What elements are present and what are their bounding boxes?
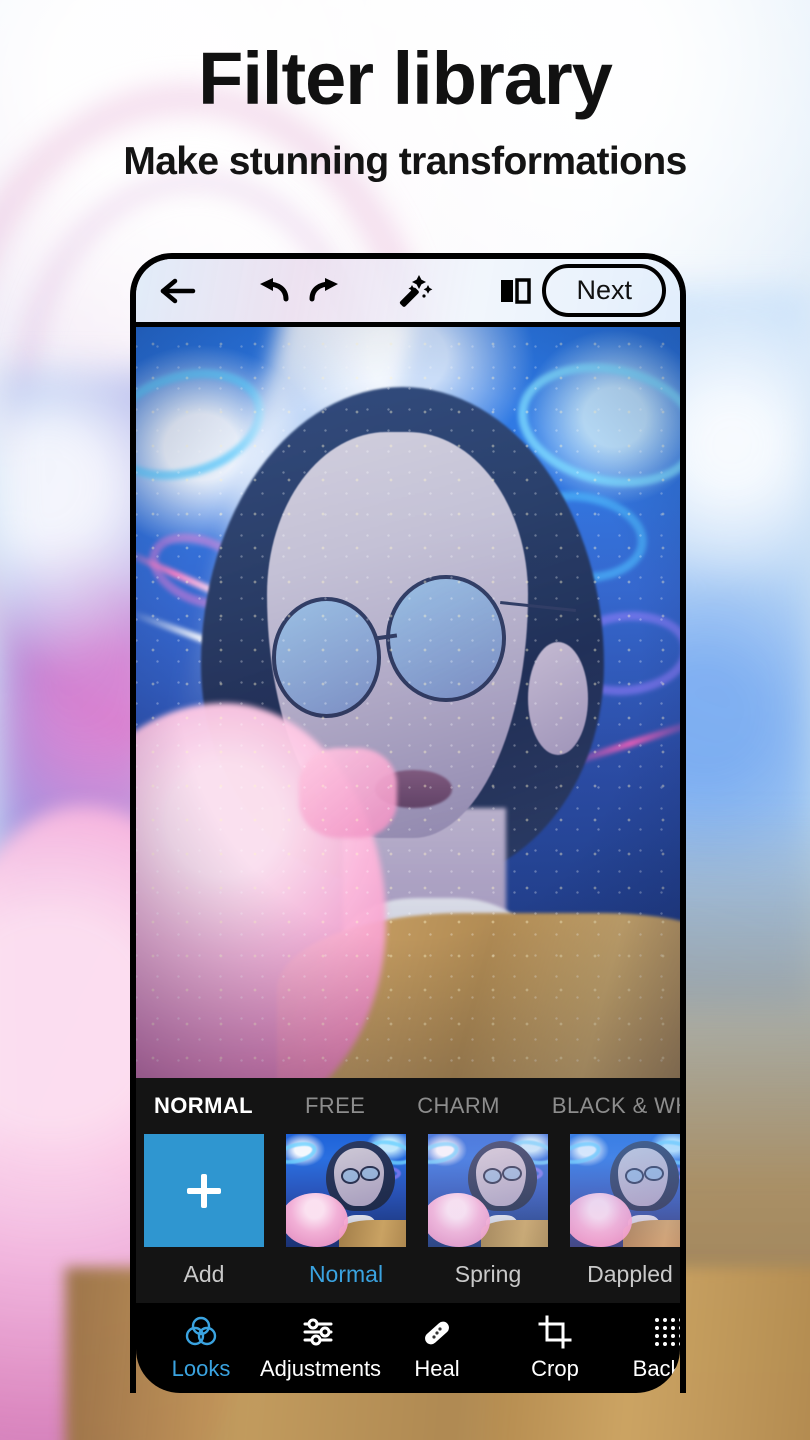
- page-subtitle: Make stunning transformations: [123, 140, 687, 183]
- next-button[interactable]: Next: [542, 263, 666, 318]
- page-title: Filter library: [198, 37, 613, 120]
- add-filter-tile[interactable]: [144, 1134, 264, 1247]
- thumb-preview: [428, 1134, 548, 1247]
- filter-label-spring: Spring: [454, 1261, 522, 1287]
- filter-label-add: Add: [183, 1261, 225, 1287]
- photo-canvas[interactable]: [136, 327, 680, 1078]
- filter-category-charm[interactable]: CHARM: [417, 1093, 500, 1119]
- sliders-icon: [260, 1314, 378, 1350]
- thumb-preview: [286, 1134, 406, 1247]
- dot-grid-icon: [614, 1314, 680, 1350]
- nav-item-background[interactable]: Backgro: [614, 1314, 680, 1382]
- undo-icon[interactable]: [256, 277, 292, 305]
- plus-icon: [187, 1173, 221, 1208]
- filter-label-dappled: Dappled: [587, 1261, 673, 1287]
- redo-icon[interactable]: [306, 277, 342, 305]
- filter-category-free[interactable]: FREE: [305, 1093, 365, 1119]
- filter-item-spring[interactable]: Spring: [428, 1134, 548, 1288]
- phone-screen: Next NORMAL FREE CHARM BLACK & W Add Nor…: [136, 259, 680, 1393]
- thumb-preview: [570, 1134, 680, 1247]
- filter-item-add[interactable]: Add: [144, 1134, 264, 1288]
- filter-vignette: [136, 327, 680, 1078]
- nav-item-looks[interactable]: Looks: [142, 1314, 260, 1382]
- crop-icon: [496, 1314, 614, 1350]
- nav-label-background: Backgro: [632, 1356, 680, 1381]
- filter-thumbnail-row[interactable]: Add Normal Spring Dappled: [136, 1134, 680, 1302]
- filter-panel: NORMAL FREE CHARM BLACK & WHITE WHI Add: [136, 1078, 680, 1303]
- nav-item-adjustments[interactable]: Adjustments: [260, 1314, 382, 1382]
- promo-headings: Filter library Make stunning transformat…: [0, 42, 810, 184]
- editor-toolbar: Next: [136, 259, 680, 327]
- filter-item-dappled[interactable]: Dappled: [570, 1134, 680, 1288]
- filter-item-normal[interactable]: Normal: [286, 1134, 406, 1288]
- venn-circles-icon: [142, 1314, 260, 1350]
- filter-category-normal[interactable]: NORMAL: [154, 1093, 253, 1119]
- nav-item-heal[interactable]: Heal: [378, 1314, 496, 1382]
- filter-category-black-white[interactable]: BLACK & WHITE: [552, 1093, 680, 1119]
- nav-label-heal: Heal: [414, 1356, 460, 1381]
- nav-label-crop: Crop: [531, 1356, 579, 1381]
- edited-photo: [136, 327, 680, 1078]
- filter-thumb-normal[interactable]: [286, 1134, 406, 1247]
- editor-bottom-nav: Looks Adjustments Heal Crop Bac: [136, 1303, 680, 1393]
- phone-mockup: Next NORMAL FREE CHARM BLACK & W Add Nor…: [130, 253, 686, 1393]
- back-arrow-icon[interactable]: [156, 276, 202, 306]
- magic-wand-icon[interactable]: [396, 272, 436, 310]
- filter-category-tabs: NORMAL FREE CHARM BLACK & WHITE WHI: [136, 1078, 680, 1134]
- filter-label-normal: Normal: [308, 1261, 384, 1287]
- nav-label-adjustments: Adjustments: [260, 1356, 382, 1381]
- bandage-icon: [378, 1314, 496, 1350]
- nav-item-crop[interactable]: Crop: [496, 1314, 614, 1382]
- nav-label-looks: Looks: [171, 1356, 231, 1381]
- filter-thumb-dappled[interactable]: [570, 1134, 680, 1247]
- compare-split-icon[interactable]: [498, 274, 532, 308]
- filter-thumb-spring[interactable]: [428, 1134, 548, 1247]
